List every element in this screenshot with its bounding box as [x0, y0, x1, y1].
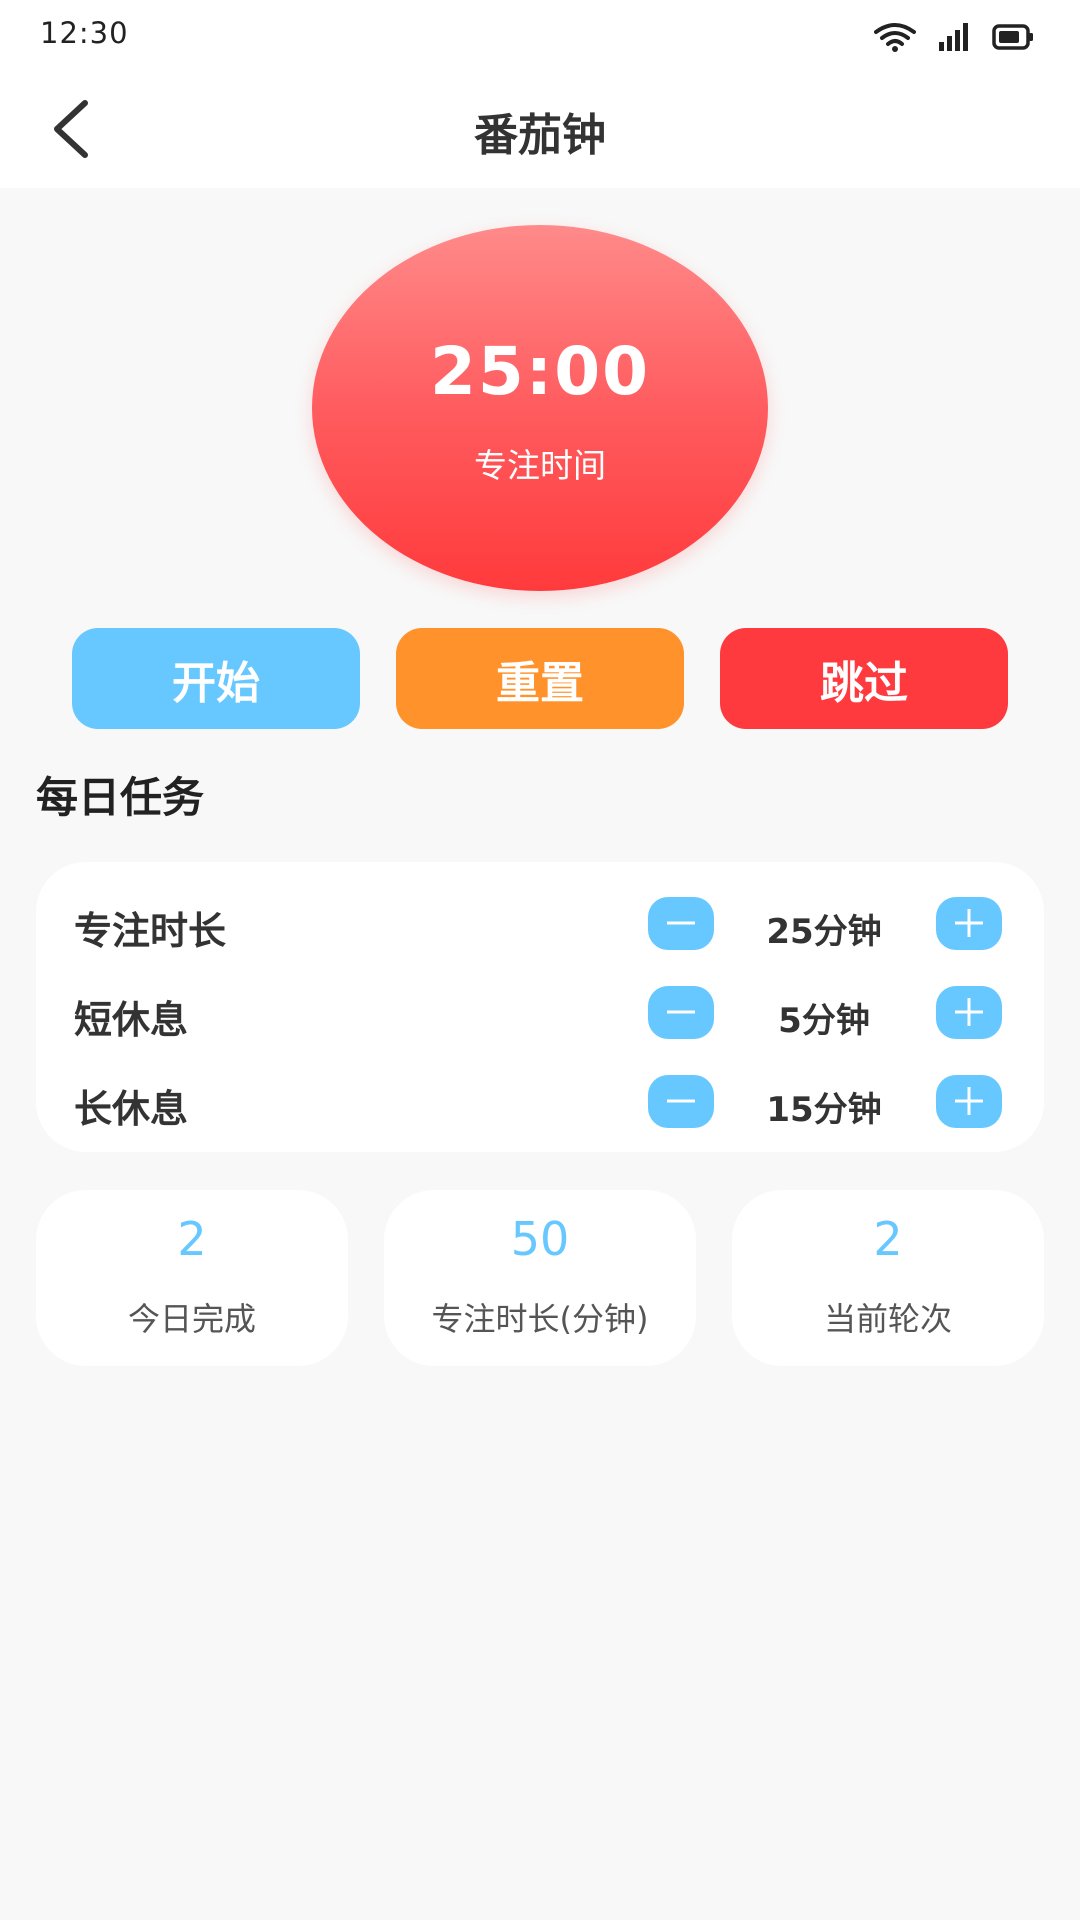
reset-button[interactable]: 重置 [396, 628, 684, 729]
stat-card-completed-today: 2 今日完成 [36, 1190, 348, 1366]
stat-label: 专注时长(分钟) [431, 1300, 649, 1338]
status-bar: 12:30 [0, 0, 1080, 75]
stat-value: 50 [510, 1212, 570, 1266]
long-break-increase-button[interactable] [936, 1075, 1002, 1128]
setting-row-focus-duration: 专注时长 25分钟 [36, 886, 1044, 966]
short-break-value: 5分钟 [778, 1001, 870, 1041]
stat-value: 2 [873, 1212, 903, 1266]
stat-label: 当前轮次 [823, 1300, 952, 1338]
focus-duration-increase-button[interactable] [936, 897, 1002, 950]
setting-label: 短休息 [74, 998, 189, 1042]
long-break-value: 15分钟 [766, 1090, 882, 1130]
battery-icon [992, 24, 1034, 54]
timer-mode-label: 专注时间 [474, 446, 606, 485]
setting-row-long-break: 长休息 15分钟 [36, 1064, 1044, 1144]
focus-duration-decrease-button[interactable] [648, 897, 714, 950]
focus-duration-value: 25分钟 [766, 912, 882, 952]
stat-card-current-round: 2 当前轮次 [732, 1190, 1044, 1366]
stat-value: 2 [177, 1212, 207, 1266]
setting-label: 专注时长 [74, 909, 227, 953]
timer-value: 25:00 [429, 333, 651, 410]
short-break-increase-button[interactable] [936, 986, 1002, 1039]
signal-icon [938, 22, 970, 56]
plus-icon [955, 998, 983, 1026]
minus-icon [667, 921, 695, 925]
app-bar: 番茄钟 [0, 75, 1080, 188]
wifi-icon [874, 22, 916, 56]
stat-label: 今日完成 [127, 1300, 256, 1338]
skip-button[interactable]: 跳过 [720, 628, 1008, 729]
stat-card-focus-minutes: 50 专注时长(分钟) [384, 1190, 696, 1366]
status-time: 12:30 [40, 16, 129, 50]
setting-row-short-break: 短休息 5分钟 [36, 975, 1044, 1055]
page-title: 番茄钟 [474, 110, 606, 161]
settings-card: 专注时长 25分钟 短休息 5分钟 长休息 15分钟 [36, 862, 1044, 1152]
plus-icon [955, 909, 983, 937]
short-break-decrease-button[interactable] [648, 986, 714, 1039]
setting-label: 长休息 [74, 1087, 189, 1131]
minus-icon [667, 1099, 695, 1103]
minus-icon [667, 1010, 695, 1014]
plus-icon [955, 1087, 983, 1115]
status-icons [874, 22, 1034, 56]
long-break-decrease-button[interactable] [648, 1075, 714, 1128]
start-button[interactable]: 开始 [72, 628, 360, 729]
section-title: 每日任务 [36, 773, 205, 822]
timer-display: 25:00 专注时间 [312, 225, 768, 591]
